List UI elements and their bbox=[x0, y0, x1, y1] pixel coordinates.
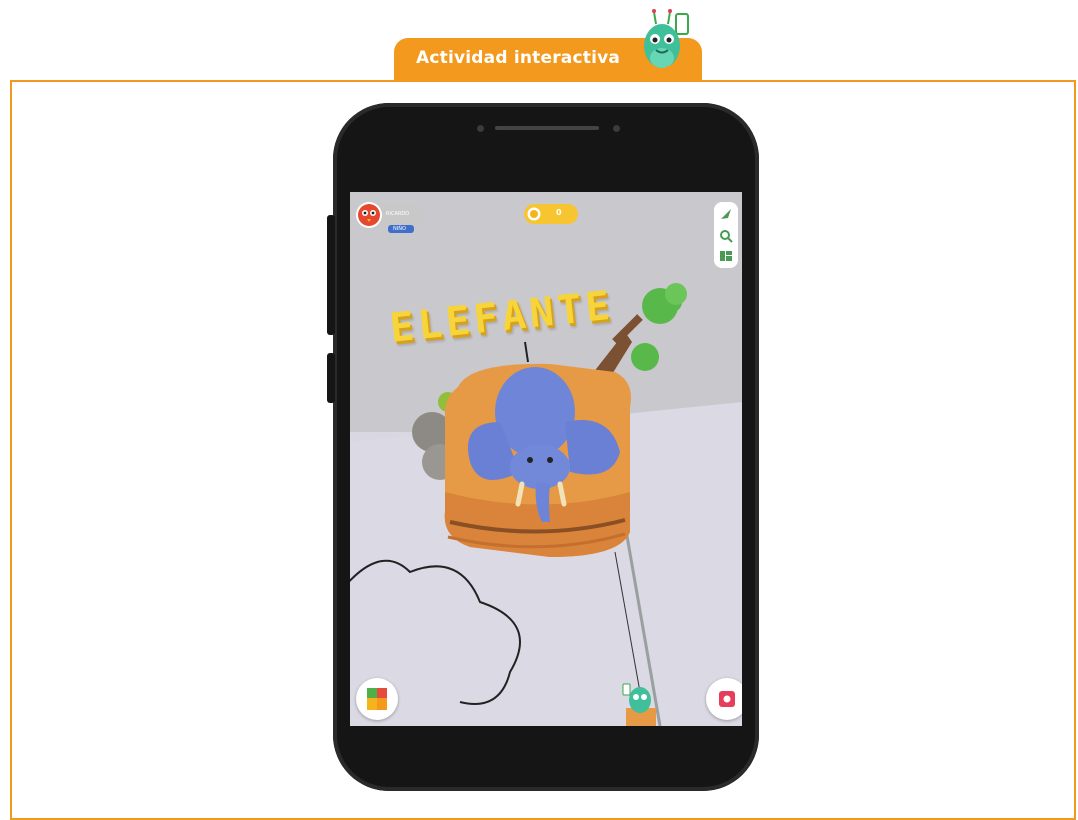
phone-mockup: RICARDO NIÑO 0 ELEFANTE bbox=[327, 103, 759, 791]
small-mascot-icon bbox=[622, 683, 656, 726]
mascot-icon bbox=[644, 9, 689, 76]
ar-3d-model[interactable] bbox=[350, 192, 742, 726]
record-icon bbox=[719, 691, 735, 707]
phone-speaker bbox=[495, 126, 599, 130]
leaf-cluster bbox=[642, 283, 687, 324]
app-screen[interactable]: RICARDO NIÑO 0 ELEFANTE bbox=[350, 192, 742, 726]
colored-blocks-icon bbox=[367, 688, 387, 710]
section-tab-label: Actividad interactiva bbox=[416, 48, 621, 68]
record-button[interactable] bbox=[706, 678, 742, 720]
phone-sensor bbox=[477, 125, 484, 132]
phone-power-button bbox=[327, 353, 335, 403]
blocks-button[interactable] bbox=[356, 678, 398, 720]
phone-volume-button bbox=[327, 215, 335, 335]
phone-camera bbox=[613, 125, 620, 132]
